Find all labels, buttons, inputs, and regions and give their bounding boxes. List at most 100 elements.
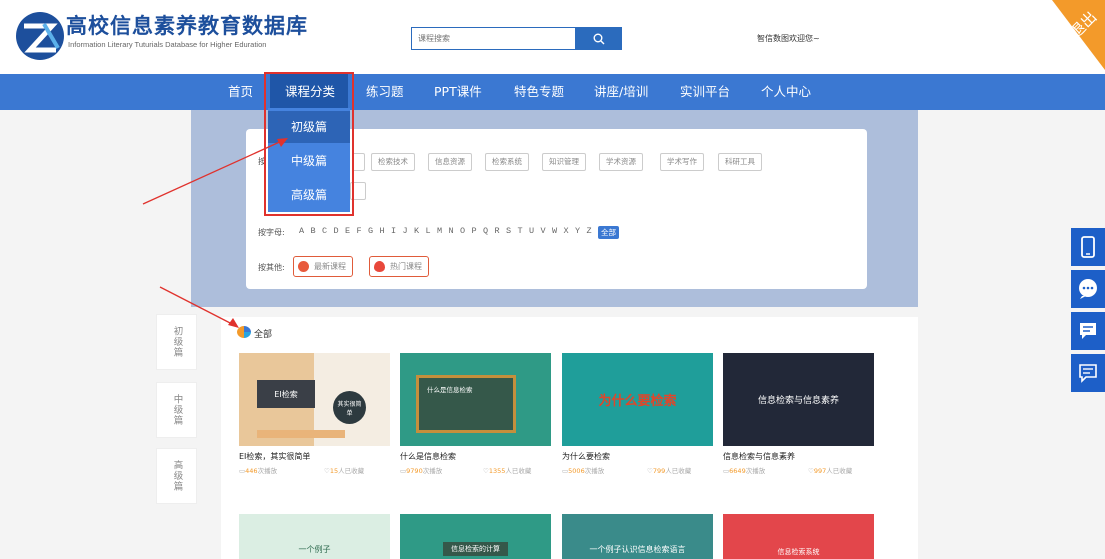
play-count: 5006 <box>568 467 585 475</box>
thumbnail-label: 什么是信息检索 <box>416 375 516 433</box>
play-count: 6649 <box>729 467 746 475</box>
nav-item-ppt[interactable]: PPT课件 <box>434 74 482 110</box>
course-thumbnail[interactable]: 信息检索的计算 <box>400 514 551 559</box>
nav-item-personal-center[interactable]: 个人中心 <box>761 74 811 110</box>
nav-item-exercises[interactable]: 练习题 <box>366 74 404 110</box>
category-tag[interactable]: 检索系统 <box>485 153 529 171</box>
letter-w[interactable]: W <box>552 226 557 239</box>
message-button[interactable] <box>1071 312 1105 350</box>
course-thumbnail[interactable]: 一个例子 <box>239 514 390 559</box>
letter-r[interactable]: R <box>495 226 500 239</box>
letter-u[interactable]: U <box>529 226 534 239</box>
letter-g[interactable]: G <box>368 226 373 239</box>
mobile-app-button[interactable] <box>1071 228 1105 266</box>
hot-courses-label: 热门课程 <box>390 262 422 271</box>
letter-l[interactable]: L <box>426 226 431 239</box>
section-icon <box>237 326 251 338</box>
category-tag[interactable]: 学术资源 <box>599 153 643 171</box>
course-plays: ▭5006次播放 <box>562 467 605 475</box>
play-suffix: 次播放 <box>257 467 278 475</box>
course-thumbnail[interactable]: 为什么要检索 <box>562 353 713 446</box>
letter-c[interactable]: C <box>322 226 327 239</box>
play-suffix: 次播放 <box>584 467 605 475</box>
side-tab-label: 初级篇 <box>171 326 183 358</box>
dropdown-item-intermediate[interactable]: 中级篇 <box>268 145 350 177</box>
letter-t[interactable]: T <box>518 226 523 239</box>
letter-all-button[interactable]: 全部 <box>598 226 619 239</box>
category-tag[interactable]: 科研工具 <box>718 153 762 171</box>
category-tag[interactable]: 检索技术 <box>371 153 415 171</box>
letter-f[interactable]: F <box>357 226 362 239</box>
logo-icon <box>16 12 64 60</box>
course-title[interactable]: EI检索，其实很简单 <box>239 451 310 462</box>
nav-item-training-platform[interactable]: 实训平台 <box>680 74 730 110</box>
phone-icon <box>1081 236 1095 258</box>
thumbnail-label: 信息检索与信息素养 <box>757 396 839 406</box>
letter-x[interactable]: X <box>564 226 569 239</box>
nav-item-special-topics[interactable]: 特色专题 <box>514 74 564 110</box>
letter-m[interactable]: M <box>437 226 442 239</box>
letter-j[interactable]: J <box>403 226 408 239</box>
category-tag-hidden[interactable] <box>352 153 365 171</box>
nav-item-home[interactable]: 首页 <box>228 74 253 110</box>
nav-item-lectures[interactable]: 讲座/培训 <box>594 74 648 110</box>
category-tag[interactable]: 知识管理 <box>542 153 586 171</box>
course-title[interactable]: 为什么要检索 <box>562 451 610 462</box>
course-thumbnail[interactable]: 什么是信息检索 <box>400 353 551 446</box>
course-thumbnail[interactable]: 信息检索系统 <box>723 514 874 559</box>
category-tag[interactable]: 信息资源 <box>428 153 472 171</box>
fav-suffix: 人已收藏 <box>505 467 532 475</box>
letter-y[interactable]: Y <box>575 226 580 239</box>
latest-courses-label: 最新课程 <box>314 262 346 271</box>
nav-item-course-category[interactable]: 课程分类 <box>285 74 335 110</box>
letter-list: A B C D E F G H I J K L M N O P Q R S T … <box>299 226 619 239</box>
message-icon <box>1080 323 1096 339</box>
side-tab-intermediate[interactable]: 中级篇 <box>156 382 197 438</box>
play-suffix: 次播放 <box>745 467 766 475</box>
letter-o[interactable]: O <box>460 226 465 239</box>
course-favs: ♡799人已收藏 <box>647 467 692 475</box>
letter-i[interactable]: I <box>391 226 396 239</box>
course-thumbnail[interactable]: EI检索 其实很简单 <box>239 353 390 446</box>
thumbnail-label: EI检索 <box>257 380 315 408</box>
course-plays: ▭446次播放 <box>239 467 278 475</box>
welcome-text: 智信数图欢迎您~ <box>757 34 820 43</box>
letter-q[interactable]: Q <box>483 226 488 239</box>
letter-b[interactable]: B <box>311 226 316 239</box>
latest-courses-button[interactable]: 最新课程 <box>293 256 353 277</box>
course-thumbnail[interactable]: 信息检索与信息素养 <box>723 353 874 446</box>
course-thumbnail[interactable]: 一个例子认识信息检索语言 <box>562 514 713 559</box>
chat-button[interactable] <box>1071 270 1105 308</box>
letter-d[interactable]: D <box>334 226 339 239</box>
letter-s[interactable]: S <box>506 226 511 239</box>
letter-h[interactable]: H <box>380 226 385 239</box>
letter-z[interactable]: Z <box>587 226 592 239</box>
dropdown-item-advanced[interactable]: 高级篇 <box>268 179 350 211</box>
search-button[interactable] <box>576 27 622 50</box>
letter-a[interactable]: A <box>299 226 304 239</box>
letter-p[interactable]: P <box>472 226 477 239</box>
side-tab-beginner[interactable]: 初级篇 <box>156 314 197 370</box>
fav-count: 1355 <box>488 467 506 475</box>
search-input[interactable] <box>411 27 576 50</box>
thumbnail-badge: 其实很简单 <box>333 391 366 424</box>
side-tab-advanced[interactable]: 高级篇 <box>156 448 197 504</box>
letter-n[interactable]: N <box>449 226 454 239</box>
course-title[interactable]: 信息检索与信息素养 <box>723 451 795 462</box>
thumbnail-label: 信息检索系统 <box>777 548 820 556</box>
category-tag[interactable]: 学术写作 <box>660 153 704 171</box>
fav-suffix: 人已收藏 <box>826 467 853 475</box>
letter-e[interactable]: E <box>345 226 350 239</box>
hot-courses-button[interactable]: 热门课程 <box>369 256 429 277</box>
course-title[interactable]: 什么是信息检索 <box>400 451 456 462</box>
feedback-button[interactable] <box>1071 354 1105 392</box>
category-tag-hidden[interactable] <box>350 182 366 200</box>
letter-k[interactable]: K <box>414 226 419 239</box>
fav-count: 15 <box>329 467 339 475</box>
letter-filter-label: 按字母: <box>258 228 285 237</box>
letter-v[interactable]: V <box>541 226 546 239</box>
fav-suffix: 人已收藏 <box>665 467 692 475</box>
dropdown-item-beginner[interactable]: 初级篇 <box>268 111 350 143</box>
thumbnail-label: 一个例子 <box>298 545 331 554</box>
fav-count: 997 <box>813 467 827 475</box>
